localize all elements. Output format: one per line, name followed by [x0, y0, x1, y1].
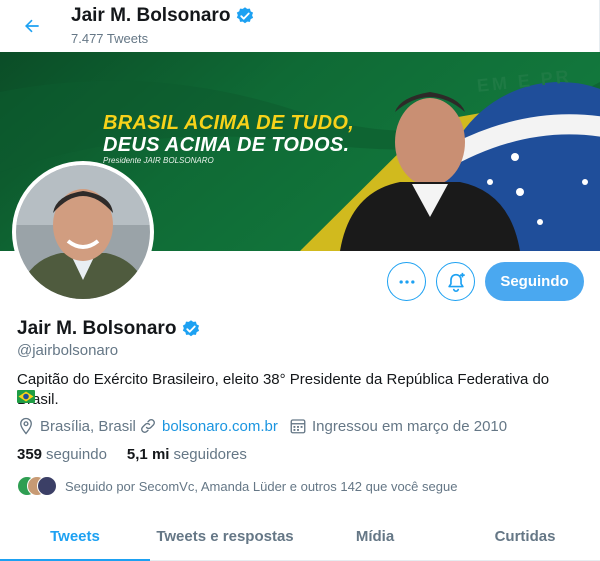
tab-tweets-and-replies[interactable]: Tweets e respostas [150, 512, 300, 560]
profile-tabs: Tweets Tweets e respostas Mídia Curtidas [0, 512, 600, 561]
profile-bio: Capitão do Exército Brasileiro, eleito 3… [17, 371, 550, 408]
location-icon [20, 417, 32, 435]
profile-name-text: Jair M. Bolsonaro [17, 318, 177, 339]
tab-likes[interactable]: Curtidas [450, 512, 600, 560]
back-arrow-icon [25, 19, 39, 33]
profile-join-date: Ingressou em março de 2010 [289, 417, 507, 435]
followers-you-know[interactable]: Seguido por SecomVc, Amanda Lüder e outr… [17, 476, 457, 496]
followers-count: 5,1 mi [126, 446, 170, 463]
following-label: seguindo [46, 446, 107, 463]
more-icon [399, 279, 414, 284]
profile-website: bolsonaro.com.br [139, 417, 278, 435]
tab-tweets[interactable]: Tweets [0, 512, 150, 561]
followers-label: seguidores [173, 446, 247, 463]
following-count-link[interactable]: 359 seguindo [17, 446, 107, 463]
website-link[interactable]: bolsonaro.com.br [162, 418, 278, 435]
banner-signature: Presidente JAIR BOLSONARO [103, 156, 214, 165]
tab-media[interactable]: Mídia [300, 512, 450, 560]
following-count: 359 [17, 446, 43, 463]
join-date-text: Ingressou em março de 2010 [312, 417, 508, 435]
calendar-icon [290, 419, 306, 434]
profile-header-bar: Jair M. Bolsonaro 7.477 Tweets [0, 0, 600, 52]
tweet-count: 7.477 Tweets [71, 31, 149, 46]
bell-plus-icon [447, 272, 465, 292]
verified-badge-icon [237, 7, 254, 24]
avatar-photo [16, 165, 150, 299]
more-options-button[interactable] [387, 262, 426, 301]
profile-handle: @jairbolsonaro [17, 342, 119, 359]
following-button[interactable]: Seguindo [485, 262, 584, 301]
follow-counts: 359 seguindo 5,1 mi seguidores [17, 446, 267, 463]
followers-count-link[interactable]: 5,1 mi seguidores [127, 446, 247, 463]
link-icon [141, 419, 155, 433]
back-button[interactable] [16, 10, 48, 42]
notifications-button[interactable] [436, 262, 475, 301]
brazil-flag-icon [17, 390, 35, 403]
location-text: Brasília, Brasil [40, 417, 136, 435]
profile-avatar[interactable] [12, 161, 154, 303]
header-title: Jair M. Bolsonaro [71, 5, 255, 27]
followed-by-text: Seguido por SecomVc, Amanda Lüder e outr… [65, 478, 458, 494]
profile-name: Jair M. Bolsonaro [17, 318, 201, 340]
banner-slogan-line2: DEUS ACIMA DE TODOS. [103, 134, 350, 156]
profile-location: Brasília, Brasil [17, 417, 136, 435]
header-title-text: Jair M. Bolsonaro [71, 5, 231, 26]
mutual-avatars [17, 476, 57, 496]
banner-slogan-line1: BRASIL ACIMA DE TUDO, [103, 112, 355, 134]
verified-badge-icon [183, 320, 200, 337]
mutual-avatar [37, 476, 57, 496]
